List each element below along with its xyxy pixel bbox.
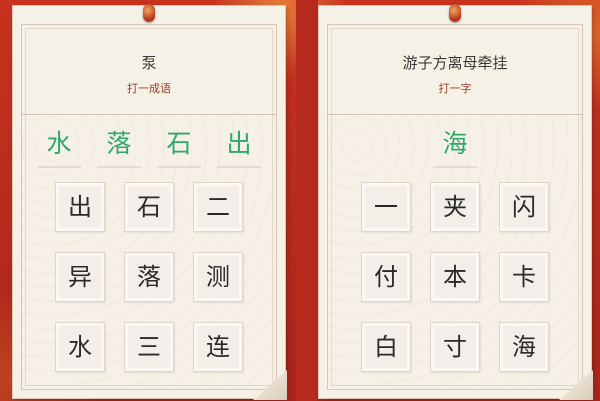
puzzle-card-left: 泵 打一成语 水 落 石 出 出 石 二 异 落 测 水 三 连: [13, 4, 287, 400]
character-tile[interactable]: 一: [361, 182, 411, 232]
character-tile[interactable]: 出: [55, 182, 105, 232]
character-tile[interactable]: 三: [124, 322, 174, 372]
answer-row: 水 落 石 出: [13, 124, 285, 168]
character-tile[interactable]: 水: [55, 322, 105, 372]
answer-row: 海: [319, 124, 591, 168]
answer-slot[interactable]: 海: [433, 124, 477, 168]
character-tile-grid: 一 夹 闪 付 本 卡 白 寸 海: [361, 182, 549, 372]
character-tile[interactable]: 本: [430, 252, 480, 302]
character-tile[interactable]: 闪: [499, 182, 549, 232]
character-tile[interactable]: 海: [499, 322, 549, 372]
answer-slot[interactable]: 出: [217, 124, 261, 168]
character-tile[interactable]: 夹: [430, 182, 480, 232]
character-tile[interactable]: 寸: [430, 322, 480, 372]
character-tile[interactable]: 付: [361, 252, 411, 302]
character-tile[interactable]: 异: [55, 252, 105, 302]
clue-text: 泵: [141, 54, 157, 72]
center-divider: [296, 0, 318, 401]
clue-hint: 打一字: [438, 82, 472, 95]
character-tile-grid: 出 石 二 异 落 测 水 三 连: [55, 182, 243, 372]
character-tile[interactable]: 白: [361, 322, 411, 372]
clue-box: 游子方离母牵挂 打一字: [327, 36, 583, 115]
pin-icon: [449, 4, 461, 22]
answer-slot[interactable]: 石: [157, 124, 201, 168]
answer-slot[interactable]: 落: [97, 124, 141, 168]
character-tile[interactable]: 石: [124, 182, 174, 232]
character-tile[interactable]: 连: [193, 322, 243, 372]
character-tile[interactable]: 落: [124, 252, 174, 302]
character-tile[interactable]: 测: [193, 252, 243, 302]
pin-icon: [143, 4, 155, 22]
clue-hint: 打一成语: [127, 82, 171, 95]
clue-box: 泵 打一成语: [21, 36, 277, 115]
clue-text: 游子方离母牵挂: [402, 54, 508, 72]
answer-slot[interactable]: 水: [37, 124, 81, 168]
character-tile[interactable]: 二: [193, 182, 243, 232]
character-tile[interactable]: 卡: [499, 252, 549, 302]
puzzle-card-right: 游子方离母牵挂 打一字 海 一 夹 闪 付 本 卡 白 寸 海: [319, 4, 593, 400]
